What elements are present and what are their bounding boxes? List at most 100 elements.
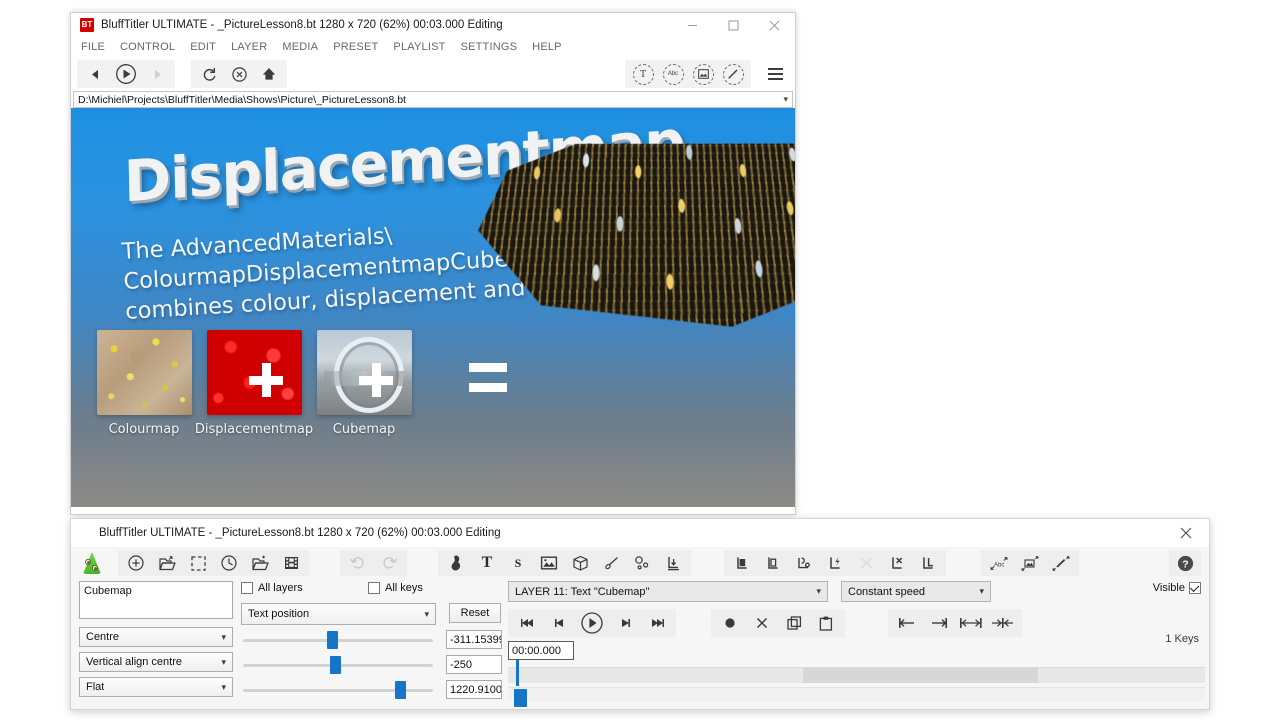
open-folder-icon[interactable] — [152, 551, 182, 575]
arrow-left-icon[interactable] — [81, 61, 109, 87]
value-position-y-text: -250 — [450, 659, 472, 671]
slider-knob[interactable] — [330, 656, 341, 674]
layer-text-input[interactable]: Cubemap — [79, 581, 233, 619]
skip-start-icon[interactable] — [512, 610, 542, 636]
slider-position-x[interactable] — [243, 631, 433, 649]
refresh-icon[interactable] — [195, 61, 223, 87]
minimize-icon[interactable] — [672, 13, 713, 37]
step-forward-icon[interactable] — [610, 610, 640, 636]
menu-file[interactable]: FILE — [81, 41, 105, 53]
layer-copy-icon[interactable] — [758, 551, 788, 575]
menu-playlist[interactable]: PLAYLIST — [393, 41, 445, 53]
step-back-icon[interactable] — [544, 610, 574, 636]
range-start-icon[interactable] — [892, 610, 922, 636]
picture-glyph — [693, 64, 714, 85]
vertical-align-select[interactable]: Vertical align centre ▾ — [79, 652, 233, 672]
layer-flash-icon[interactable] — [820, 551, 850, 575]
resize-abc-icon[interactable]: Abc — [984, 551, 1014, 575]
property-select[interactable]: Text position ▾ — [241, 603, 436, 625]
all-layers-checkbox-row[interactable]: All layers — [241, 582, 303, 594]
picture-icon[interactable] — [534, 551, 564, 575]
layer-duplicate-icon[interactable] — [727, 551, 757, 575]
range-expand-icon[interactable] — [956, 610, 986, 636]
all-keys-checkbox-row[interactable]: All keys — [368, 582, 423, 594]
play-circle-icon[interactable] — [576, 610, 608, 636]
menu-edit[interactable]: EDIT — [190, 41, 216, 53]
value-position-x[interactable]: -311.15399 — [446, 630, 502, 649]
letter-S-glyph: S — [515, 556, 522, 571]
all-layers-checkbox[interactable] — [241, 582, 253, 594]
copy-icon[interactable] — [779, 610, 809, 636]
toolbar-group-file — [118, 550, 309, 576]
slider-knob[interactable] — [327, 631, 338, 649]
record-dot-icon[interactable] — [715, 610, 745, 636]
help-circle-icon[interactable]: ? — [1172, 551, 1198, 575]
menu-preset[interactable]: PRESET — [333, 41, 378, 53]
home-icon[interactable] — [255, 61, 283, 87]
interpolation-select[interactable]: Constant speed ▾ — [841, 581, 991, 602]
resize-pencil-icon[interactable] — [1046, 551, 1076, 575]
hamburger-icon[interactable] — [761, 61, 789, 87]
plus-operator-icon-1 — [249, 363, 283, 397]
particles-icon[interactable] — [627, 551, 657, 575]
film-strip-icon[interactable] — [276, 551, 306, 575]
value-position-z[interactable]: 1220.91000 — [446, 680, 502, 699]
toolbar-group-help: ? — [1169, 550, 1201, 576]
timeline-scrollbar-thumb[interactable] — [514, 689, 527, 707]
resize-picture-icon[interactable] — [1015, 551, 1045, 575]
play-circle-icon[interactable] — [111, 61, 141, 87]
dashed-rect-icon[interactable] — [183, 551, 213, 575]
range-end-icon[interactable] — [924, 610, 954, 636]
picture-dashed-icon[interactable] — [689, 61, 717, 87]
slider-position-y[interactable] — [243, 656, 433, 674]
menu-settings[interactable]: SETTINGS — [461, 41, 518, 53]
range-collapse-icon[interactable] — [988, 610, 1018, 636]
blob-icon[interactable] — [441, 551, 471, 575]
menu-help[interactable]: HELP — [532, 41, 562, 53]
menu-media[interactable]: MEDIA — [282, 41, 318, 53]
layer-delete-icon[interactable] — [882, 551, 912, 575]
plus-circle-icon[interactable] — [121, 551, 151, 575]
transport-controls — [508, 609, 676, 637]
visible-checkbox[interactable] — [1189, 582, 1201, 594]
file-path-combobox[interactable]: D:\Michiel\Projects\BluffTitler\Media\Sh… — [73, 91, 793, 108]
menu-layer[interactable]: LAYER — [231, 41, 267, 53]
slider-knob[interactable] — [395, 681, 406, 699]
clock-icon[interactable] — [214, 551, 244, 575]
paste-icon[interactable] — [811, 610, 841, 636]
letter-T-glyph: T — [482, 554, 493, 572]
reset-button[interactable]: Reset — [449, 603, 501, 623]
timeline-track[interactable] — [508, 667, 1205, 683]
timeline-playhead[interactable] — [516, 660, 519, 686]
slider-position-z[interactable] — [243, 681, 433, 699]
close-icon[interactable] — [1173, 519, 1199, 547]
letter-T-icon[interactable]: T — [472, 551, 502, 575]
text-style-select[interactable]: Flat ▾ — [79, 677, 233, 697]
maximize-icon[interactable] — [713, 13, 754, 37]
current-time-input[interactable]: 00:00.000 — [508, 641, 574, 660]
skip-end-icon[interactable] — [642, 610, 672, 636]
folder-plus-icon[interactable] — [245, 551, 275, 575]
text-T-dashed-icon[interactable]: T — [629, 61, 657, 87]
abc-dashed-icon[interactable]: Abc — [659, 61, 687, 87]
x-icon[interactable] — [747, 610, 777, 636]
visible-checkbox-row[interactable]: Visible — [1153, 582, 1201, 594]
cube-icon[interactable] — [565, 551, 595, 575]
layer-lock-icon[interactable] — [913, 551, 943, 575]
pencil-dashed-icon[interactable] — [719, 61, 747, 87]
menu-control[interactable]: CONTROL — [120, 41, 175, 53]
cancel-circle-icon[interactable] — [225, 61, 253, 87]
layer-select[interactable]: LAYER 11: Text "Cubemap" ▾ — [508, 581, 828, 602]
horizontal-align-select[interactable]: Centre ▾ — [79, 627, 233, 647]
colourmap-texture-image — [97, 330, 192, 415]
render-viewport[interactable]: Displacementmap The AdvancedMaterials\ C… — [71, 108, 795, 507]
main-editor-window: BT BluffTitler ULTIMATE - _PictureLesson… — [70, 12, 796, 515]
timeline-scrollbar[interactable] — [508, 687, 1205, 701]
layer-reorder-icon[interactable] — [789, 551, 819, 575]
layer-import-icon[interactable] — [658, 551, 688, 575]
value-position-y[interactable]: -250 — [446, 655, 502, 674]
all-keys-checkbox[interactable] — [368, 582, 380, 594]
letter-S-icon[interactable]: S — [503, 551, 533, 575]
pencil-icon[interactable] — [596, 551, 626, 575]
close-icon[interactable] — [754, 13, 795, 37]
